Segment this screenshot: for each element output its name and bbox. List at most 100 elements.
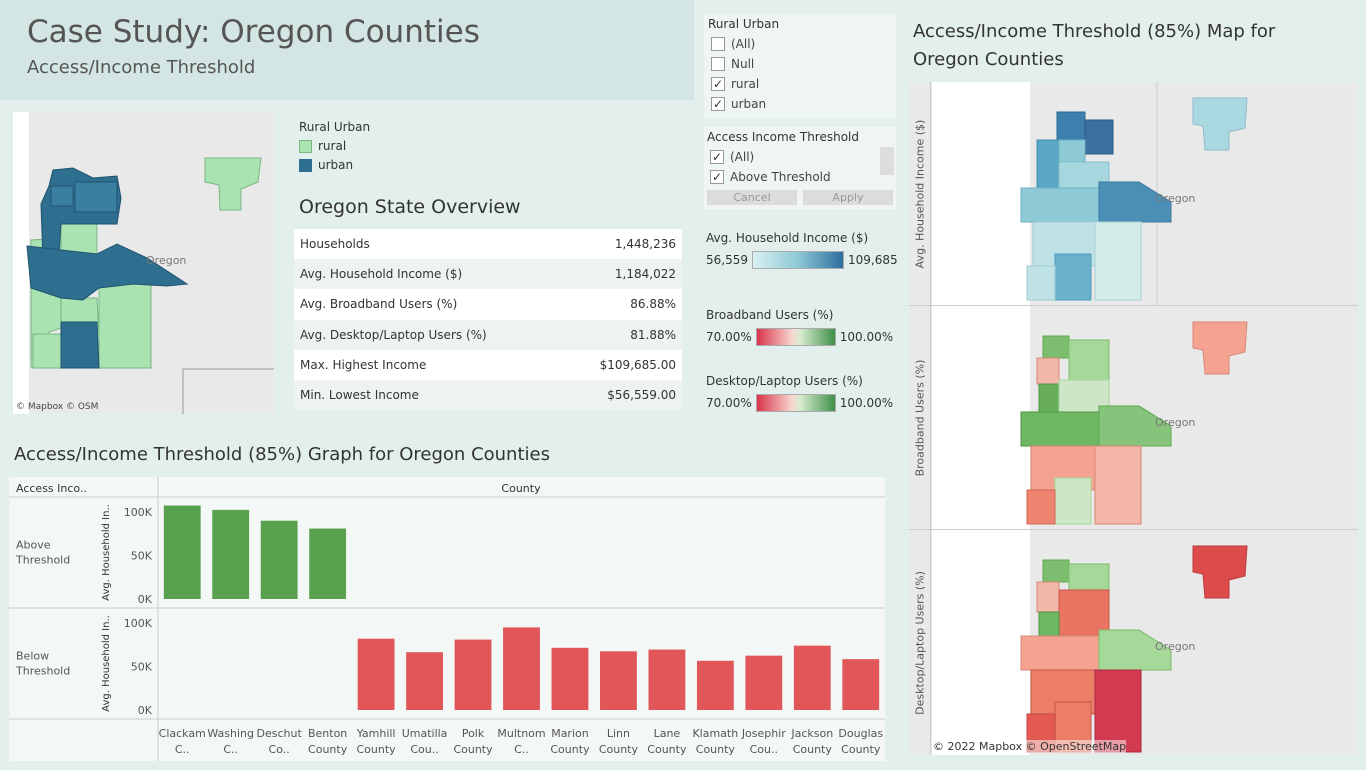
legend-label-urban: urban	[318, 158, 354, 172]
bar	[163, 505, 201, 599]
checkbox-unchecked-icon[interactable]	[711, 57, 725, 71]
x-tick-label: Cou..	[410, 743, 438, 756]
filter-option-label: Above Threshold	[730, 170, 831, 184]
x-tick-label: Cou..	[750, 743, 778, 756]
bar	[842, 659, 880, 710]
broadband-gradient-bar	[755, 328, 836, 346]
row-label: Below	[16, 650, 49, 663]
overview-label: Avg. Broadband Users (%)	[300, 297, 458, 312]
cancel-button[interactable]: Cancel	[707, 190, 797, 205]
legend-swatch-rural	[299, 139, 312, 153]
access-income-filter-title: Access Income Threshold	[707, 130, 860, 144]
y-tick-label: 50K	[131, 550, 153, 563]
legend-item-urban[interactable]: urban	[299, 158, 370, 172]
legend-swatch-urban	[299, 158, 312, 172]
income-map-graphic	[932, 82, 1248, 305]
rural-urban-legend: Rural Urban rural urban	[299, 120, 370, 177]
x-tick-label: Marion	[551, 727, 589, 740]
filter-option-null[interactable]: Null	[708, 54, 892, 74]
filter-option-label: (All)	[731, 37, 756, 51]
map-attribution: © Mapbox © OSM	[16, 402, 99, 412]
bar	[260, 520, 298, 599]
overview-label: Avg. Desktop/Laptop Users (%)	[300, 327, 487, 342]
overview-label: Households	[300, 237, 370, 252]
desktop-gradient-bar	[755, 394, 836, 412]
legend-item-rural[interactable]: rural	[299, 139, 370, 153]
graph-title: Access/Income Threshold (85%) Graph for …	[14, 444, 550, 465]
checkbox-checked-icon[interactable]: ✓	[711, 77, 725, 91]
desktop-legend-title: Desktop/Laptop Users (%)	[706, 374, 863, 388]
checkbox-unchecked-icon[interactable]	[711, 37, 725, 51]
threshold-maps: Avg. Household Income ($) Oregon Broadba…	[909, 82, 1358, 755]
bar	[696, 660, 734, 710]
overview-table: Households 1,448,236 Avg. Household Incom…	[294, 229, 682, 411]
y-axis-title: Avg. Household In..	[101, 504, 112, 601]
bar	[503, 627, 540, 710]
dashboard-title: Case Study: Oregon Counties	[27, 14, 480, 50]
desktop-map-state-label: Oregon	[1155, 640, 1196, 653]
checkbox-checked-icon[interactable]: ✓	[711, 97, 725, 111]
filter-option-urban[interactable]: ✓ urban	[708, 94, 892, 114]
rural-urban-filter-title: Rural Urban	[708, 17, 780, 31]
bar	[745, 655, 783, 710]
overview-label: Min. Lowest Income	[300, 388, 419, 403]
overview-value: 86.88%	[630, 297, 676, 312]
x-tick-label: Umatilla	[402, 727, 448, 740]
y-tick-label: 0K	[138, 593, 153, 606]
dashboard-header: Case Study: Oregon Counties Access/Incom…	[0, 0, 694, 100]
y-tick-label: 100K	[124, 617, 153, 630]
x-tick-label: Clackam	[159, 727, 206, 740]
rural-urban-map-graphic	[13, 112, 274, 414]
desktop-legend-min: 70.00%	[706, 396, 752, 410]
apply-button[interactable]: Apply	[803, 190, 893, 205]
row-label: Threshold	[15, 665, 70, 678]
checkbox-checked-icon[interactable]: ✓	[710, 170, 724, 184]
bar	[648, 649, 686, 710]
bar	[793, 645, 831, 710]
bar	[454, 639, 492, 710]
overview-value: $109,685.00	[599, 357, 676, 372]
x-tick-label: Washing	[207, 727, 254, 740]
filter-option-all[interactable]: (All)	[708, 34, 892, 54]
filter-option-all[interactable]: ✓ (All)	[707, 147, 893, 167]
filter-option-label: urban	[731, 97, 767, 111]
overview-value: 1,448,236	[614, 237, 676, 252]
bar	[600, 651, 637, 710]
x-tick-label: Deschut	[257, 727, 303, 740]
x-tick-label: County	[550, 743, 590, 756]
x-tick-label: Benton	[308, 727, 347, 740]
rural-urban-map[interactable]: Oregon © Mapbox © OSM	[13, 112, 274, 414]
broadband-color-legend: Broadband Users (%) 70.00% 100.00%	[706, 308, 893, 346]
broadband-legend-title: Broadband Users (%)	[706, 308, 834, 322]
desktop-map-panel[interactable]: Desktop/Laptop Users (%) Oregon © 2022 M…	[909, 530, 1358, 755]
income-map-panel[interactable]: Avg. Household Income ($) Oregon	[909, 82, 1358, 306]
broadband-map-graphic	[932, 306, 1248, 529]
x-tick-label: County	[599, 743, 639, 756]
overview-row: Households 1,448,236	[294, 229, 682, 260]
filter-scrollbar[interactable]	[880, 147, 894, 175]
broadband-map-panel[interactable]: Broadband Users (%) Oregon	[909, 306, 1358, 530]
x-tick-label: C..	[175, 743, 190, 756]
x-tick-label: Polk	[462, 727, 485, 740]
overview-row: Avg. Broadband Users (%) 86.88%	[294, 289, 682, 320]
overview-title: Oregon State Overview	[299, 196, 521, 218]
y-axis-title: Avg. Household In..	[101, 615, 112, 712]
overview-value: $56,559.00	[607, 388, 676, 403]
overview-label: Avg. Household Income ($)	[300, 267, 463, 282]
overview-label: Max. Highest Income	[300, 357, 427, 372]
bar	[357, 638, 395, 710]
filter-option-above-threshold[interactable]: ✓ Above Threshold	[707, 167, 893, 187]
filter-option-label: rural	[731, 77, 760, 91]
x-tick-label: County	[841, 743, 881, 756]
x-tick-label: Linn	[607, 727, 630, 740]
filter-option-rural[interactable]: ✓ rural	[708, 74, 892, 94]
desktop-legend-max: 100.00%	[839, 396, 894, 410]
x-tick-label: Multnom	[497, 727, 545, 740]
x-tick-label: Jackson	[790, 727, 833, 740]
x-tick-label: Josephir	[741, 727, 786, 740]
bar	[551, 647, 589, 710]
checkbox-checked-icon[interactable]: ✓	[710, 150, 724, 164]
y-tick-label: 50K	[131, 661, 153, 674]
row-header-label: Access Inco..	[16, 482, 87, 495]
y-tick-label: 0K	[138, 704, 153, 717]
